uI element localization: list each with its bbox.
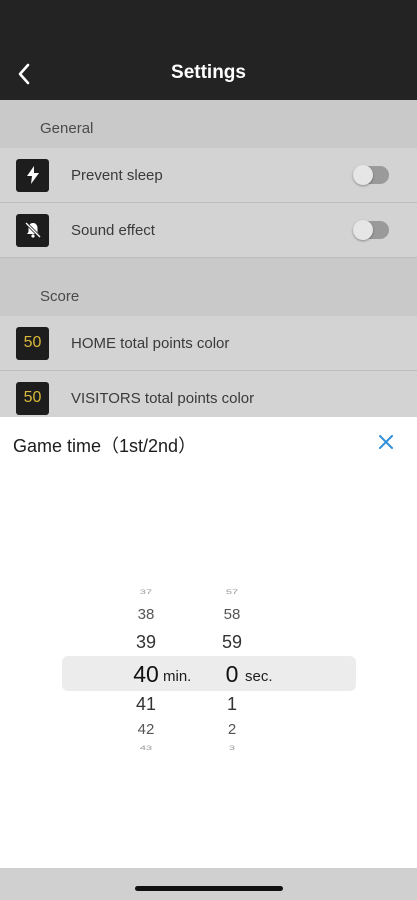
picker-value: 57: [225, 588, 239, 596]
picker-value: 1: [226, 694, 237, 714]
setting-label: HOME total points color: [71, 334, 230, 352]
bell-slash-icon: [16, 213, 49, 247]
home-color-badge: 50: [16, 326, 49, 360]
setting-label: Sound effect: [71, 221, 155, 239]
prevent-sleep-toggle[interactable]: [353, 165, 389, 185]
picker-value: 59: [221, 632, 243, 652]
home-indicator[interactable]: [135, 886, 283, 891]
visitors-color-badge: 50: [16, 381, 49, 415]
picker-value: 3: [228, 744, 236, 752]
settings-list: General Prevent sleep Sound effect Score…: [0, 100, 417, 418]
page-title: Settings: [171, 62, 246, 83]
picker-value: 42: [137, 721, 155, 738]
picker-value: 2: [227, 721, 237, 738]
sheet-title: Game time（1st/2nd）: [13, 436, 197, 456]
setting-row-sound-effect[interactable]: Sound effect: [0, 203, 417, 258]
picker-value: 43: [139, 744, 153, 752]
picker-value: 38: [137, 606, 155, 623]
setting-row-visitors-color[interactable]: 50 VISITORS total points color: [0, 371, 417, 418]
setting-label: VISITORS total points color: [71, 389, 255, 407]
game-time-sheet: Game time（1st/2nd） 37 38 39 40 41 42 43 …: [0, 417, 417, 868]
section-header-general: General: [40, 120, 94, 137]
close-icon: [379, 435, 393, 449]
setting-label: Prevent sleep: [71, 166, 163, 184]
section-header-score: Score: [40, 288, 80, 305]
picker-value: 39: [135, 632, 157, 652]
picker-value: 41: [135, 694, 157, 714]
sound-effect-toggle[interactable]: [353, 220, 389, 240]
home-indicator-area: [0, 868, 417, 900]
nav-bar: Settings: [0, 0, 417, 100]
bolt-icon: [16, 158, 49, 192]
picker-value: 58: [223, 606, 241, 623]
setting-row-home-color[interactable]: 50 HOME total points color: [0, 316, 417, 371]
setting-row-prevent-sleep[interactable]: Prevent sleep: [0, 148, 417, 203]
picker-value: 37: [139, 588, 153, 596]
minutes-unit-label: min.: [163, 668, 192, 685]
close-button[interactable]: [375, 431, 397, 453]
seconds-unit-label: sec.: [245, 668, 273, 685]
